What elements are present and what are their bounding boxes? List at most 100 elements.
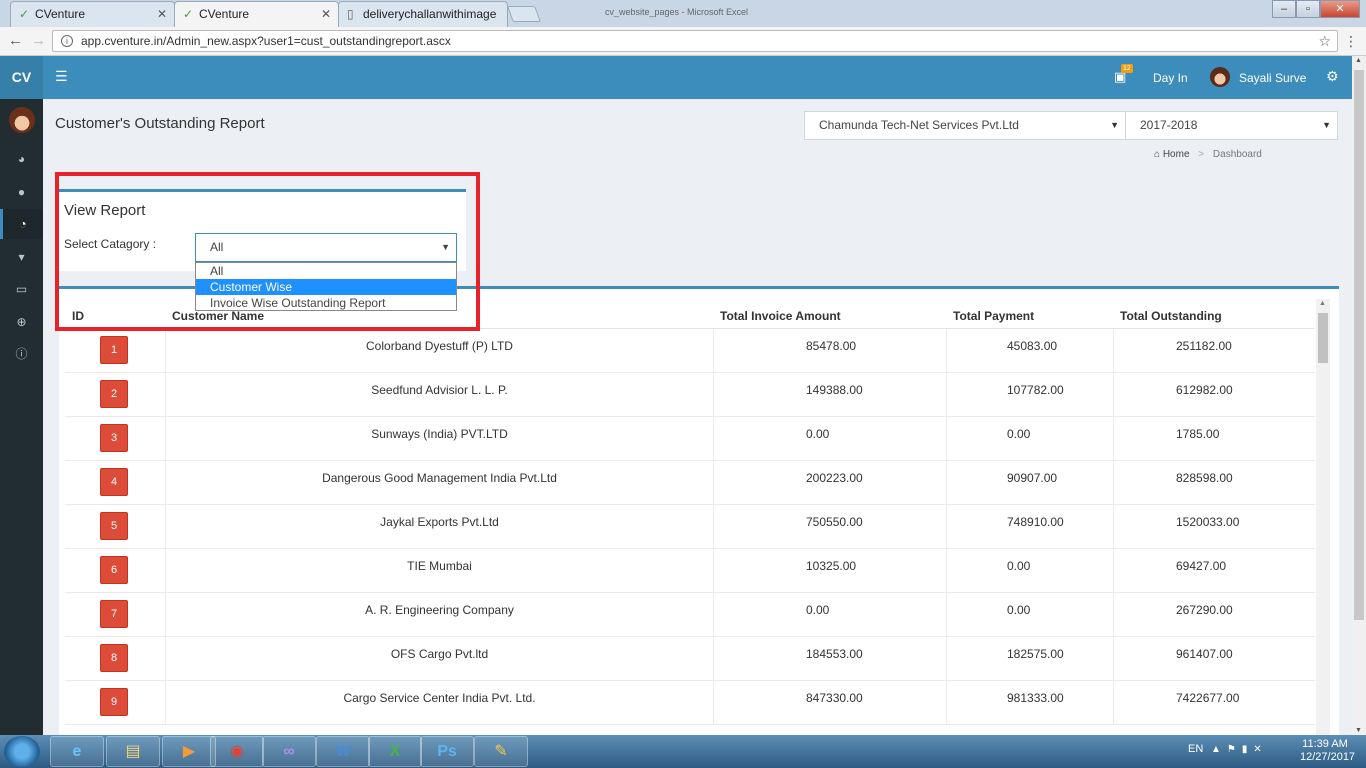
col-outstanding-header[interactable]: Total Outstanding xyxy=(1120,309,1222,323)
new-tab-button[interactable] xyxy=(507,6,541,22)
category-label: Select Catagory : xyxy=(64,237,157,251)
tab-label: deliverychallanwithimage xyxy=(363,7,497,21)
row-id-button[interactable]: 2 xyxy=(100,380,128,408)
tab-close-icon[interactable]: ✕ xyxy=(321,7,331,21)
table-row: 1 Colorband Dyestuff (P) LTD 85478.00 45083… xyxy=(65,329,1315,373)
user-name[interactable]: Sayali Surve xyxy=(1239,71,1306,85)
table-scroll-thumb[interactable] xyxy=(1318,313,1328,363)
row-id-button[interactable]: 4 xyxy=(100,468,128,496)
row-id-button[interactable]: 7 xyxy=(100,600,128,628)
category-select[interactable]: All ▼ xyxy=(195,233,457,262)
taskbar: e ▤ ▶ ◉ ∞ W X Ps ✎ EN ▲⚑▮✕ 11:39 AM 12/2… xyxy=(0,735,1366,768)
cell-invoice-amount: 0.00 xyxy=(713,417,946,461)
cell-payment: 45083.00 xyxy=(946,329,1113,373)
forward-icon[interactable]: → xyxy=(31,32,46,49)
row-id-button[interactable]: 9 xyxy=(100,688,128,716)
excel-icon[interactable]: X xyxy=(368,736,422,767)
visual-studio-icon[interactable]: ∞ xyxy=(262,736,316,767)
cell-outstanding: 961407.00 xyxy=(1113,637,1315,681)
clock[interactable]: 11:39 AM 12/27/2017 xyxy=(1300,738,1355,764)
table-row: 8 OFS Cargo Pvt.ltd 184553.00 182575.00 9614… xyxy=(65,637,1315,681)
row-id-button[interactable]: 6 xyxy=(100,556,128,584)
cell-customer-name: Cargo Service Center India Pvt. Ltd. xyxy=(165,681,713,725)
tab-close-icon[interactable]: ✕ xyxy=(157,7,167,21)
row-id-button[interactable]: 8 xyxy=(100,644,128,672)
day-in-link[interactable]: Day In xyxy=(1153,71,1188,85)
info-icon[interactable]: i xyxy=(61,35,73,47)
cell-payment: 107782.00 xyxy=(946,373,1113,417)
cell-invoice-amount: 750550.00 xyxy=(713,505,946,549)
option-invoice-wise[interactable]: Invoice Wise Outstanding Report xyxy=(196,295,456,311)
content-area: Customer's Outstanding Report Chamunda T… xyxy=(43,99,1352,735)
browser-tab-3[interactable]: ▯ deliverychallanwithimage xyxy=(338,1,508,27)
cell-customer-name: Jaykal Exports Pvt.Ltd xyxy=(165,505,713,549)
bookmark-star-icon[interactable]: ☆ xyxy=(1318,31,1331,51)
breadcrumb-home[interactable]: Home xyxy=(1163,149,1190,160)
cell-invoice-amount: 847330.00 xyxy=(713,681,946,725)
back-icon[interactable]: ← xyxy=(8,32,23,49)
option-all[interactable]: All xyxy=(196,263,456,279)
row-id-button[interactable]: 5 xyxy=(100,512,128,540)
page-scroll-thumb[interactable] xyxy=(1354,70,1364,620)
cell-payment: 981333.00 xyxy=(946,681,1113,725)
pie-chart-icon[interactable]: ◔ xyxy=(0,209,43,239)
page-scrollbar[interactable]: ▲ ▼ xyxy=(1352,56,1366,735)
table-row: 5 Jaykal Exports Pvt.Ltd 750550.00 748910.0… xyxy=(65,505,1315,549)
cell-outstanding: 1785.00 xyxy=(1113,417,1315,461)
credit-card-icon[interactable]: ▭ xyxy=(0,274,43,304)
dashboard-icon[interactable]: ◕ xyxy=(0,144,43,174)
scroll-up-icon[interactable]: ▲ xyxy=(1319,300,1326,307)
explorer-icon[interactable]: ▤ xyxy=(106,736,160,767)
photoshop-icon[interactable]: Ps xyxy=(420,736,474,767)
cart-icon[interactable]: ▾ xyxy=(0,242,43,272)
cell-id: 7 xyxy=(65,593,165,637)
browser-menu-icon[interactable]: ⋮ xyxy=(1344,33,1358,50)
cventure-favicon-icon: ✓ xyxy=(19,7,30,21)
year-select[interactable]: 2017-2018 ▼ xyxy=(1125,111,1338,140)
start-button[interactable] xyxy=(4,736,40,767)
col-id-header[interactable]: ID xyxy=(72,309,84,323)
report-table-box: ID Customer Name Total Invoice Amount To… xyxy=(59,286,1339,735)
media-player-icon[interactable]: ▶ xyxy=(162,736,216,767)
minimize-icon[interactable]: – xyxy=(1272,0,1296,18)
col-invoice-header[interactable]: Total Invoice Amount xyxy=(720,309,841,323)
scroll-down-icon[interactable]: ▼ xyxy=(1355,727,1362,734)
word-icon[interactable]: W xyxy=(316,736,370,767)
clock-time: 11:39 AM xyxy=(1302,738,1348,750)
chrome-icon[interactable]: ◉ xyxy=(210,736,264,767)
table-scrollbar[interactable]: ▲ xyxy=(1316,299,1330,735)
close-window-icon[interactable]: ✕ xyxy=(1320,0,1360,18)
paint-icon[interactable]: ✎ xyxy=(474,736,528,767)
browser-tab-1[interactable]: ✓ CVenture ✕ xyxy=(10,1,175,27)
cventure-favicon-icon: ✓ xyxy=(183,7,194,21)
cell-customer-name: A. R. Engineering Company xyxy=(165,593,713,637)
row-id-button[interactable]: 3 xyxy=(100,424,128,452)
company-select[interactable]: Chamunda Tech-Net Services Pvt.Ltd ▼ xyxy=(804,111,1126,140)
language-indicator[interactable]: EN xyxy=(1188,743,1203,755)
row-id-button[interactable]: 1 xyxy=(100,336,128,364)
doc-icon: ▯ xyxy=(347,7,354,21)
col-name-header[interactable]: Customer Name xyxy=(172,309,264,323)
url-field[interactable]: i app.cventure.in/Admin_new.aspx?user1=c… xyxy=(52,30,1338,52)
user-avatar[interactable] xyxy=(1210,67,1230,87)
cell-outstanding: 69427.00 xyxy=(1113,549,1315,593)
option-customer-wise[interactable]: Customer Wise xyxy=(196,279,456,295)
cell-payment: 182575.00 xyxy=(946,637,1113,681)
browser-tab-2[interactable]: ✓ CVenture ✕ xyxy=(174,1,339,27)
ie-icon[interactable]: e xyxy=(50,736,104,767)
app-logo[interactable]: CV xyxy=(0,56,43,99)
user-icon[interactable]: ● xyxy=(0,177,43,207)
info-circle-icon[interactable]: ⓘ xyxy=(0,339,43,369)
cell-payment: 0.00 xyxy=(946,593,1113,637)
col-payment-header[interactable]: Total Payment xyxy=(953,309,1034,323)
chevron-down-icon: ▼ xyxy=(1110,120,1119,130)
tray-icons[interactable]: ▲⚑▮✕ xyxy=(1211,744,1268,755)
settings-gears-icon[interactable]: ⚙ xyxy=(1326,68,1339,85)
address-bar: ← → ↻ i app.cventure.in/Admin_new.aspx?u… xyxy=(0,27,1366,56)
globe-icon[interactable]: ⊕ xyxy=(0,307,43,337)
restore-icon[interactable]: ▫ xyxy=(1296,0,1320,18)
table-body: 1 Colorband Dyestuff (P) LTD 85478.00 45083… xyxy=(65,329,1315,725)
menu-toggle-icon[interactable]: ☰ xyxy=(55,68,68,85)
scroll-up-icon[interactable]: ▲ xyxy=(1355,57,1362,64)
table-row: 9 Cargo Service Center India Pvt. Ltd. 847… xyxy=(65,681,1315,725)
